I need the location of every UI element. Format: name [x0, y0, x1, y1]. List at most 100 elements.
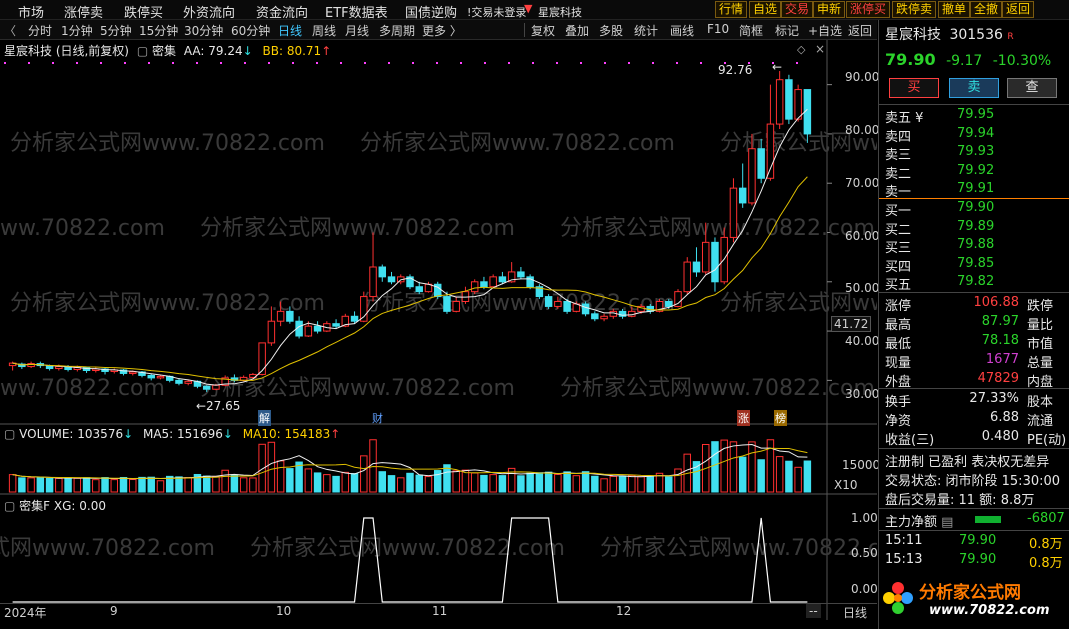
buy-button[interactable]: 买 — [889, 78, 939, 98]
marker-unlock[interactable]: 解 — [258, 410, 271, 426]
volume-bar — [544, 471, 553, 493]
tab-60min[interactable]: 60分钟 — [231, 22, 270, 39]
tool-draw-line[interactable]: 画线 — [670, 22, 694, 39]
ipo-button[interactable]: 申新 — [813, 1, 846, 18]
close-icon[interactable]: × — [815, 42, 825, 56]
cancel-order-button[interactable]: 撤单 — [938, 1, 971, 18]
xg-y-tick: 1.00 — [851, 511, 878, 525]
orderbook-bid-label: 买三 — [885, 241, 912, 256]
back-button-top[interactable]: 返回 — [1002, 1, 1035, 18]
tool-overlay[interactable]: 叠加 — [565, 22, 589, 39]
signal-dot — [292, 62, 294, 64]
indicator-dropdown-icon[interactable]: ▢ — [4, 499, 15, 513]
volume-bar — [517, 475, 525, 493]
volume-bar — [554, 473, 562, 493]
tab-weekly[interactable]: 周线 — [312, 22, 336, 39]
volume-bar — [609, 475, 618, 493]
volume-bar — [350, 473, 359, 493]
x-label-year: 2024年 — [4, 606, 47, 620]
tool-statistics[interactable]: 统计 — [634, 22, 658, 39]
watermark-text: 分析家公式网www.70822.com — [250, 536, 565, 561]
signal-dot — [244, 62, 246, 64]
marker-limit-up[interactable]: 涨 — [737, 410, 750, 426]
trade-button[interactable]: 交易 — [781, 1, 814, 18]
dropdown-arrow-icon[interactable]: ▼ — [524, 2, 532, 15]
chart-icon[interactable]: ▤ — [941, 515, 953, 530]
tab-1min[interactable]: 1分钟 — [61, 22, 93, 39]
candle-body — [129, 371, 137, 374]
query-button[interactable]: 查 — [1007, 78, 1057, 98]
signal-dot — [676, 62, 678, 64]
chevron-left-icon[interactable]: 〈 — [4, 22, 16, 39]
tab-multi-period[interactable]: 多周期 — [379, 22, 415, 39]
quote-button[interactable]: 行情 — [715, 1, 748, 18]
y-tick: 30.00 — [845, 387, 880, 401]
volume-bar — [535, 472, 544, 493]
stock-code: 301536 — [949, 27, 1003, 43]
candle-body — [748, 148, 756, 204]
indicator-dropdown-icon[interactable]: ▢ — [137, 44, 148, 58]
low-price-arrow-icon: ← — [196, 399, 207, 413]
menu-item-capital-flow[interactable]: 资金流向 — [256, 2, 308, 21]
tab-more[interactable]: 更多 〉 — [422, 22, 462, 39]
limit-up-buy-button[interactable]: 涨停买 — [846, 1, 891, 18]
tool-back[interactable]: 返回 — [848, 22, 872, 39]
volume-bar — [775, 456, 784, 493]
signal-dot — [508, 62, 510, 64]
kline-chart[interactable]: 分析家公式网www.70822.com 分析家公式网www.70822.com 分析… — [0, 40, 877, 620]
volume-bar — [323, 474, 331, 493]
volume-value: VOLUME: 103576 — [19, 427, 124, 441]
menu-item-market[interactable]: 市场 — [18, 2, 44, 21]
watchlist-button[interactable]: 自选 — [749, 1, 782, 18]
candle-body — [544, 296, 553, 307]
orderbook-bid-price: 79.85 — [957, 255, 995, 271]
volume-bar — [618, 475, 627, 493]
menu-item-etf-table[interactable]: ETF数据表 — [325, 2, 388, 21]
tab-daily[interactable]: 日线 — [278, 22, 302, 39]
ma10-value: MA10: 154183 — [242, 427, 331, 441]
tool-add-watchlist[interactable]: +自选 — [808, 22, 842, 39]
candle-body — [766, 123, 775, 179]
tab-intraday[interactable]: 分时 — [28, 22, 52, 39]
volume-bar — [406, 472, 414, 493]
candle-body — [775, 79, 784, 125]
tool-f10[interactable]: F10 — [707, 22, 729, 36]
indicator-dropdown-icon[interactable]: ▢ — [4, 427, 15, 441]
stat-label-2: 流通 — [1027, 414, 1054, 429]
limit-down-sell-button[interactable]: 跌停卖 — [892, 1, 937, 18]
cancel-all-button[interactable]: 全撤 — [970, 1, 1003, 18]
tab-monthly[interactable]: 月线 — [345, 22, 369, 39]
sell-button[interactable]: 卖 — [949, 78, 999, 98]
indicator-name[interactable]: 密集 — [152, 44, 176, 58]
volume-bar — [8, 474, 17, 493]
volume-bar — [480, 474, 488, 493]
tab-5min[interactable]: 5分钟 — [100, 22, 132, 39]
tool-simple-frame[interactable]: 简框 — [739, 22, 763, 39]
login-status[interactable]: !交易未登录 — [467, 4, 526, 20]
menu-item-limit-down-buy[interactable]: 跌停买 — [124, 2, 163, 21]
volume-bar — [175, 476, 183, 493]
candle-body — [554, 301, 562, 307]
tab-15min[interactable]: 15分钟 — [139, 22, 178, 39]
menu-item-limit-up-sell[interactable]: 涨停卖 — [64, 2, 103, 21]
tool-multi-stock[interactable]: 多股 — [599, 22, 623, 39]
low-price-label: 27.65 — [206, 399, 241, 413]
menu-item-foreign-flow[interactable]: 外资流向 — [183, 2, 235, 21]
orderbook-bid-label: 买五 — [885, 278, 912, 293]
down-arrow-icon: ↓ — [222, 427, 233, 441]
tool-restore-rights[interactable]: 复权 — [531, 22, 555, 39]
diamond-icon[interactable]: ◇ — [797, 43, 805, 56]
signal-dot — [700, 62, 702, 64]
watermark-text: 分析家公式网www.70822.com — [0, 216, 165, 241]
tab-30min[interactable]: 30分钟 — [184, 22, 223, 39]
tool-mark[interactable]: 标记 — [775, 22, 799, 39]
stock-dropdown[interactable]: 星宸科技 — [538, 4, 582, 20]
signal-dot — [604, 62, 606, 64]
menu-item-reverse-repo[interactable]: 国债逆购 — [405, 2, 457, 21]
marker-ranking[interactable]: 榜 — [774, 410, 787, 426]
up-arrow-icon: ↑ — [321, 44, 332, 58]
marker-finance[interactable]: 财 — [372, 410, 383, 426]
chart-title: 星宸科技 (日线,前复权) — [4, 44, 129, 58]
volume-bar — [110, 479, 119, 493]
x-axis-scroll-button[interactable]: -- — [806, 604, 821, 618]
